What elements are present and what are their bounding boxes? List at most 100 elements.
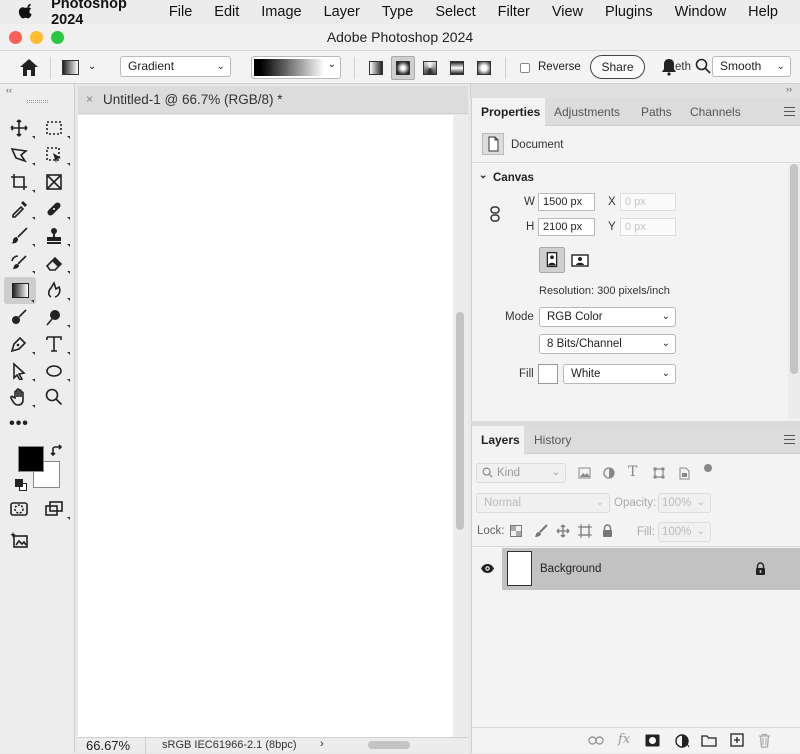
layer-filter-select[interactable]: Kind ⌄ bbox=[476, 463, 566, 483]
landscape-orientation-button[interactable] bbox=[568, 248, 592, 272]
layer-thumbnail[interactable] bbox=[507, 551, 532, 586]
fill-opacity-input[interactable]: 100% ⌄ bbox=[658, 522, 711, 542]
object-selection-tool[interactable] bbox=[41, 143, 70, 167]
width-input[interactable]: 1500 px bbox=[538, 193, 595, 211]
color-mode-select[interactable]: RGB Color ⌄ bbox=[539, 307, 676, 327]
layer-name[interactable]: Background bbox=[540, 563, 601, 575]
apple-icon[interactable] bbox=[18, 2, 35, 22]
height-input[interactable]: 2100 px bbox=[538, 218, 595, 236]
delete-layer-icon[interactable] bbox=[758, 733, 771, 748]
home-icon[interactable] bbox=[19, 58, 39, 77]
gradient-picker[interactable]: ⌄ bbox=[251, 56, 341, 79]
zoom-window-button[interactable] bbox=[51, 31, 64, 44]
path-selection-tool[interactable] bbox=[6, 359, 35, 383]
lock-all-icon[interactable] bbox=[602, 524, 613, 537]
pen-tool[interactable] bbox=[6, 332, 35, 356]
menu-select[interactable]: Select bbox=[435, 4, 475, 20]
menu-layer[interactable]: Layer bbox=[324, 4, 360, 20]
dodge-tool[interactable] bbox=[6, 305, 32, 329]
search-icon[interactable] bbox=[695, 58, 711, 74]
more-tools-button[interactable]: ••• bbox=[6, 412, 32, 436]
scrollbar-thumb[interactable] bbox=[790, 164, 798, 374]
scrollbar-thumb[interactable] bbox=[456, 312, 464, 530]
zoom-level[interactable]: 66.67% bbox=[86, 738, 130, 753]
fx-icon[interactable]: fx bbox=[618, 732, 630, 747]
zoom-tool[interactable] bbox=[41, 385, 67, 409]
canvas-section-header[interactable]: Canvas bbox=[493, 172, 534, 184]
lasso-tool[interactable] bbox=[6, 143, 35, 167]
ellipse-tool[interactable] bbox=[41, 359, 70, 383]
filter-toggle[interactable] bbox=[704, 464, 712, 472]
document-canvas[interactable] bbox=[78, 115, 453, 737]
clone-stamp-tool[interactable] bbox=[41, 224, 70, 248]
tab-properties[interactable]: Properties bbox=[472, 98, 545, 126]
burn-tool[interactable] bbox=[41, 305, 70, 329]
close-tab-icon[interactable]: × bbox=[86, 92, 93, 106]
fill-select[interactable]: White ⌄ bbox=[563, 364, 676, 384]
blend-mode-select[interactable]: Normal ⌄ bbox=[476, 493, 610, 513]
add-mask-icon[interactable] bbox=[645, 734, 660, 747]
document-tab[interactable]: × Untitled-1 @ 66.7% (RGB/8) * bbox=[78, 86, 468, 114]
history-brush-tool[interactable] bbox=[6, 251, 35, 275]
swap-colors-icon[interactable] bbox=[50, 444, 64, 458]
method-select[interactable]: Smooth ⌄ bbox=[712, 56, 791, 77]
eyedropper-tool[interactable] bbox=[6, 197, 35, 221]
fill-color-swatch[interactable] bbox=[538, 364, 558, 384]
panel-grip[interactable] bbox=[27, 100, 48, 103]
tab-channels[interactable]: Channels bbox=[681, 98, 750, 126]
gradient-tool[interactable] bbox=[4, 277, 36, 304]
diamond-gradient-button[interactable] bbox=[472, 56, 496, 80]
default-colors-icon[interactable] bbox=[15, 479, 27, 491]
chevron-right-icon[interactable]: › bbox=[320, 738, 324, 750]
smart-object-filter-icon[interactable] bbox=[678, 467, 690, 480]
menu-file[interactable]: File bbox=[169, 4, 192, 20]
brush-tool[interactable] bbox=[6, 224, 35, 248]
quick-mask-button[interactable] bbox=[6, 497, 32, 521]
generative-fill-button[interactable] bbox=[6, 528, 32, 552]
type-filter-icon[interactable]: T bbox=[628, 464, 637, 480]
collapse-panel-icon[interactable]: ‹‹ bbox=[6, 85, 12, 95]
tab-history[interactable]: History bbox=[525, 426, 580, 454]
lock-transparent-pixels-icon[interactable] bbox=[510, 525, 522, 537]
reverse-checkbox[interactable] bbox=[520, 63, 530, 73]
shape-filter-icon[interactable] bbox=[653, 467, 665, 479]
adjustment-filter-icon[interactable] bbox=[603, 467, 615, 479]
lock-position-icon[interactable] bbox=[556, 524, 570, 538]
close-window-button[interactable] bbox=[9, 31, 22, 44]
eraser-tool[interactable] bbox=[41, 251, 70, 275]
horizontal-scrollbar-thumb[interactable] bbox=[368, 741, 410, 749]
new-group-icon[interactable] bbox=[701, 734, 717, 747]
share-button[interactable]: Share bbox=[590, 55, 645, 79]
menu-edit[interactable]: Edit bbox=[214, 4, 239, 20]
linear-gradient-button[interactable] bbox=[364, 56, 388, 80]
crop-tool[interactable] bbox=[6, 170, 35, 194]
lock-artboard-icon[interactable] bbox=[578, 524, 592, 538]
panel-menu-icon[interactable] bbox=[784, 435, 795, 444]
portrait-orientation-button[interactable] bbox=[539, 247, 565, 273]
new-layer-icon[interactable] bbox=[730, 733, 744, 747]
radial-gradient-button[interactable] bbox=[391, 56, 415, 80]
link-layers-icon[interactable] bbox=[588, 736, 604, 745]
hand-tool[interactable] bbox=[6, 385, 35, 409]
chevron-down-icon[interactable]: ⌄ bbox=[479, 170, 487, 181]
gradient-mode-select[interactable]: Gradient ⌄ bbox=[120, 56, 231, 77]
tab-layers[interactable]: Layers bbox=[472, 426, 524, 454]
expand-panels-icon[interactable]: ›› bbox=[786, 84, 792, 94]
panel-menu-icon[interactable] bbox=[784, 107, 795, 116]
angle-gradient-button[interactable] bbox=[418, 56, 442, 80]
lock-icon[interactable] bbox=[755, 562, 766, 575]
layer-row-background[interactable]: Background bbox=[472, 548, 800, 590]
bit-depth-select[interactable]: 8 Bits/Channel ⌄ bbox=[539, 334, 676, 354]
smudge-tool[interactable] bbox=[41, 278, 70, 302]
reflected-gradient-button[interactable] bbox=[445, 56, 469, 80]
gradient-tool-preset-icon[interactable] bbox=[62, 60, 79, 75]
image-filter-icon[interactable] bbox=[578, 467, 591, 479]
adjustment-layer-icon[interactable] bbox=[675, 734, 691, 748]
minimize-window-button[interactable] bbox=[30, 31, 43, 44]
frame-tool[interactable] bbox=[41, 170, 67, 194]
chevron-down-icon[interactable]: ⌄ bbox=[88, 61, 96, 72]
lock-image-pixels-icon[interactable] bbox=[534, 524, 548, 538]
foreground-color-swatch[interactable] bbox=[18, 446, 44, 472]
menu-image[interactable]: Image bbox=[261, 4, 301, 20]
x-input[interactable]: 0 px bbox=[620, 193, 676, 211]
